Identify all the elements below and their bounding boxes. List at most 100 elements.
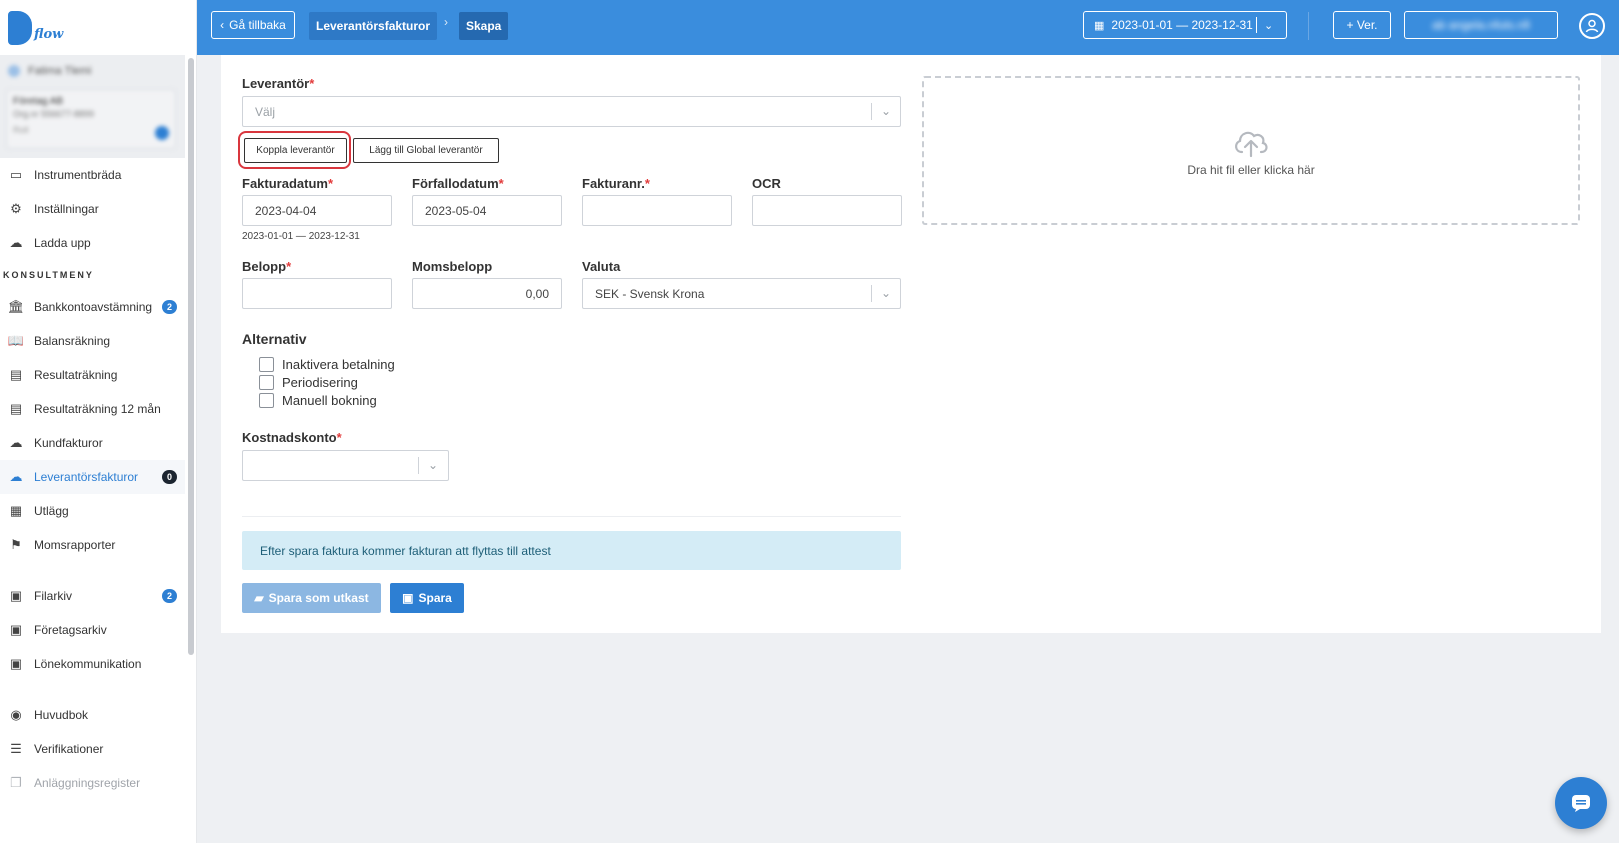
sidebar-item-verifikationer[interactable]: ☰ Verifikationer — [0, 732, 185, 766]
option-manual-booking[interactable]: Manuell bokning — [259, 393, 377, 408]
user-row[interactable]: Fatima Tlemi — [8, 63, 176, 79]
required-marker: * — [309, 76, 315, 91]
sidebar-item-bankkontoavstamning[interactable]: 🏛 Bankkontoavstämning 2 — [0, 290, 185, 324]
option-periodization[interactable]: Periodisering — [259, 375, 358, 390]
currency-select[interactable]: SEK - Svensk Krona ⌄ — [582, 278, 901, 309]
sidebar-item-lonekommunikation[interactable]: ▣ Lönekommunikation — [0, 647, 185, 681]
topbar-divider — [1308, 12, 1309, 40]
select-divider — [418, 457, 419, 474]
date-divider — [1256, 17, 1257, 33]
account-switcher[interactable]: ab angela.nfuts.nfi — [1404, 11, 1558, 39]
sidebar-item-label: Instrumentbräda — [34, 168, 122, 182]
user-avatar-icon[interactable] — [1579, 13, 1605, 39]
chevron-down-icon: ⌄ — [428, 458, 439, 472]
chat-widget-button[interactable] — [1555, 777, 1607, 829]
file-dropzone[interactable]: Dra hit fil eller klicka här — [922, 76, 1580, 225]
save-draft-button[interactable]: ▰ Spara som utkast — [242, 583, 381, 613]
company-switch-icon[interactable] — [155, 126, 169, 140]
sidebar-item-label: Filarkiv — [34, 589, 72, 603]
flag-icon: ⚑ — [10, 537, 22, 552]
breadcrumb-parent[interactable]: Leverantörsfakturor — [309, 12, 438, 40]
sidebar-item-label: Verifikationer — [34, 742, 104, 756]
sidebar-scrollbar[interactable] — [188, 58, 194, 655]
amount-label-text: Belopp — [242, 259, 287, 274]
company-role: Roll — [13, 125, 29, 135]
currency-value: SEK - Svensk Krona — [595, 286, 705, 301]
option-disable-payment[interactable]: Inaktivera betalning — [259, 357, 395, 372]
checkbox[interactable] — [259, 357, 274, 372]
eye-icon: ◉ — [10, 707, 22, 722]
select-divider — [871, 103, 872, 120]
sidebar-item-balansrakning[interactable]: 📖 Balansräkning — [0, 324, 185, 358]
save-button[interactable]: ▣ Spara — [390, 583, 464, 613]
gear-icon: ⚙ — [10, 201, 22, 216]
sidebar-item-filarkiv[interactable]: ▣ Filarkiv 2 — [0, 579, 185, 613]
back-button[interactable]: ‹ Gå tillbaka — [211, 11, 295, 39]
due-date-label: Förfallodatum* — [412, 176, 504, 191]
invoice-date-input[interactable]: 2023-04-04 — [242, 195, 392, 226]
save-icon: ▣ — [402, 591, 414, 605]
sidebar-item-momsrapporter[interactable]: ⚑ Momsrapporter — [0, 528, 185, 562]
ocr-label: OCR — [752, 176, 781, 191]
add-global-supplier-button[interactable]: Lägg till Global leverantör — [353, 138, 499, 163]
date-range-picker[interactable]: ▦ 2023-01-01 — 2023-12-31 ⌄ — [1083, 11, 1287, 39]
connect-supplier-button[interactable]: Koppla leverantör — [244, 138, 347, 163]
sidebar-item-resultatrakning[interactable]: ▤ Resultaträkning — [0, 358, 185, 392]
archive-icon: ▣ — [9, 622, 23, 637]
checkbox[interactable] — [259, 393, 274, 408]
bank-icon: 🏛 — [7, 299, 25, 314]
due-date-label-text: Förfallodatum — [412, 176, 499, 191]
vat-amount-input[interactable]: 0,00 — [412, 278, 562, 309]
sidebar-nav: ▭ Instrumentbräda ⚙ Inställningar ☁ Ladd… — [0, 158, 185, 800]
sidebar-item-ladda-upp[interactable]: ☁ Ladda upp — [0, 226, 185, 260]
sidebar-item-anlaggningsregister: ❐ Anläggningsregister — [0, 766, 185, 800]
sidebar-item-foretagsarkiv[interactable]: ▣ Företagsarkiv — [0, 613, 185, 647]
option-label: Manuell bokning — [282, 393, 377, 408]
invoice-number-input[interactable] — [582, 195, 732, 226]
receipt-icon: ▦ — [9, 503, 23, 518]
required-marker: * — [327, 176, 334, 191]
sidebar-item-leverantorsfakturor[interactable]: ☁ Leverantörsfakturor 0 — [0, 460, 185, 494]
sidebar-item-label: Resultaträkning 12 mån — [34, 402, 161, 416]
supplier-select[interactable]: Välj ⌄ — [242, 96, 901, 127]
copy-icon: ❐ — [10, 775, 22, 790]
breadcrumb-separator-icon: › — [444, 15, 448, 29]
ocr-input[interactable] — [752, 195, 902, 226]
cost-account-select[interactable]: ⌄ — [242, 450, 449, 481]
count-badge: 0 — [162, 470, 177, 484]
select-divider — [871, 285, 872, 302]
company-name: Företag AB — [13, 96, 64, 107]
required-marker: * — [644, 176, 650, 191]
invoice-number-label: Fakturanr.* — [582, 176, 650, 191]
user-panel: Fatima Tlemi Företag AB Org.nr 556677-88… — [0, 55, 185, 158]
invoice-form-card: Leverantör* Välj ⌄ Koppla leverantör Läg… — [221, 55, 1601, 633]
logo[interactable]: flow — [0, 0, 196, 55]
chevron-down-icon[interactable]: ⌄ — [1264, 19, 1273, 32]
sidebar-item-utlagg[interactable]: ▦ Utlägg — [0, 494, 185, 528]
breadcrumb-current: Skapa — [459, 12, 509, 40]
calendar-icon: ▦ — [1094, 19, 1105, 32]
company-card[interactable]: Företag AB Org.nr 556677-8899 Roll — [6, 89, 176, 149]
amount-label: Belopp* — [242, 259, 291, 274]
due-date-input[interactable]: 2023-05-04 — [412, 195, 562, 226]
user-name: Fatima Tlemi — [28, 65, 92, 77]
invoice-number-label-text: Fakturanr. — [582, 176, 645, 191]
sidebar-item-label: Utlägg — [34, 504, 69, 518]
user-icon — [1585, 19, 1599, 33]
sidebar-item-huvudbok[interactable]: ◉ Huvudbok — [0, 698, 185, 732]
sidebar-item-instrumentbrada[interactable]: ▭ Instrumentbräda — [0, 158, 185, 192]
sidebar-item-installningar[interactable]: ⚙ Inställningar — [0, 192, 185, 226]
checkbox[interactable] — [259, 375, 274, 390]
upload-cloud-icon — [1235, 131, 1268, 157]
required-marker: * — [286, 259, 292, 274]
count-badge: 2 — [162, 589, 177, 603]
amount-input[interactable] — [242, 278, 392, 309]
required-marker: * — [498, 176, 504, 191]
new-verification-button[interactable]: + Ver. — [1333, 11, 1391, 39]
archive-icon: ▣ — [9, 656, 23, 671]
sidebar-item-resultatrakning-12[interactable]: ▤ Resultaträkning 12 mån — [0, 392, 185, 426]
list-icon: ☰ — [10, 741, 22, 756]
sidebar-item-kundfakturor[interactable]: ☁ Kundfakturor — [0, 426, 185, 460]
invoice-date-label: Fakturadatum* — [242, 176, 333, 191]
